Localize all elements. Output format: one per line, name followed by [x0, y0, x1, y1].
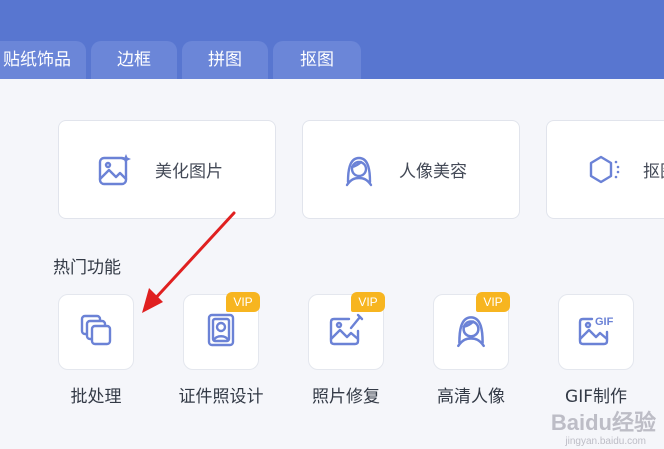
- tab-cutout[interactable]: 抠图: [273, 41, 361, 79]
- card-beautify-label: 美化图片: [155, 162, 223, 182]
- watermark-url: jingyan.baidu.com: [565, 436, 646, 447]
- portrait-icon: [339, 150, 379, 190]
- vip-badge: VIP: [351, 292, 385, 312]
- image-sparkle-icon: [95, 150, 135, 190]
- feature-hd-portrait[interactable]: VIP: [433, 292, 510, 370]
- id-photo-icon: [202, 311, 240, 353]
- watermark: Baidu经验: [550, 410, 656, 435]
- batch-layers-icon: [77, 311, 115, 353]
- feature-photo-repair-label: 照片修复: [312, 387, 380, 407]
- tab-collage[interactable]: 拼图: [182, 41, 268, 79]
- vip-badge: VIP: [226, 292, 260, 312]
- feature-batch[interactable]: [58, 294, 134, 370]
- tab-stickers[interactable]: 贴纸饰品: [0, 41, 86, 79]
- gif-badge-text: GIF: [595, 316, 614, 328]
- section-title-hot-features: 热门功能: [53, 258, 121, 278]
- vip-badge: VIP: [476, 292, 510, 312]
- feature-photo-repair[interactable]: VIP: [308, 292, 385, 370]
- card-portrait[interactable]: 人像美容: [302, 120, 520, 219]
- card-cutout[interactable]: 抠图: [546, 120, 664, 219]
- photo-repair-icon: [327, 311, 365, 353]
- hexagon-cutout-icon: [583, 150, 623, 190]
- hd-portrait-icon: [452, 311, 490, 353]
- card-portrait-label: 人像美容: [399, 162, 467, 182]
- tab-borders[interactable]: 边框: [91, 41, 177, 79]
- card-beautify[interactable]: 美化图片: [58, 120, 276, 219]
- feature-gif[interactable]: GIF: [558, 294, 634, 370]
- top-bar: 贴纸饰品 边框 拼图 抠图: [0, 0, 664, 79]
- feature-id-photo-label: 证件照设计: [178, 387, 264, 407]
- gif-icon: GIF: [576, 310, 616, 354]
- card-cutout-label: 抠图: [643, 162, 664, 182]
- feature-batch-label: 批处理: [70, 387, 122, 407]
- feature-gif-label: GIF制作: [565, 387, 627, 407]
- feature-id-photo[interactable]: VIP: [183, 292, 260, 370]
- feature-hd-portrait-label: 高清人像: [437, 387, 505, 407]
